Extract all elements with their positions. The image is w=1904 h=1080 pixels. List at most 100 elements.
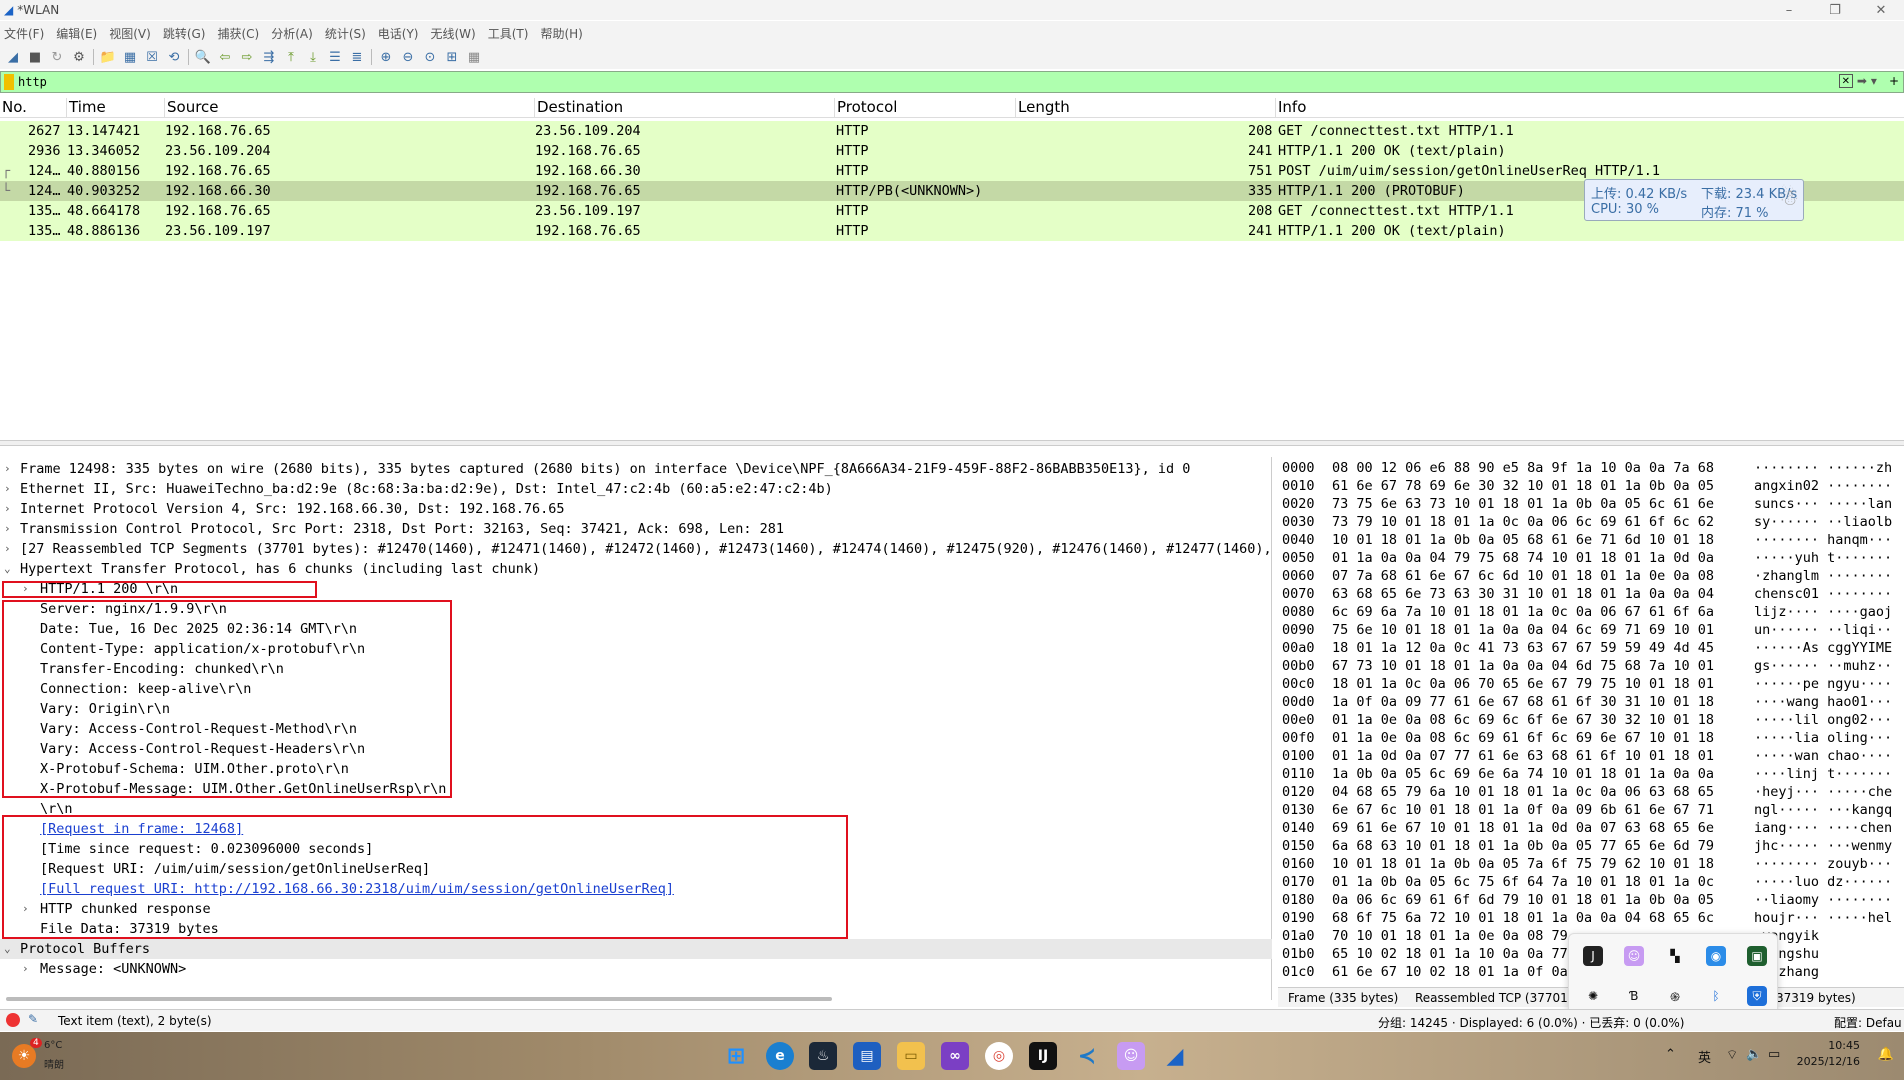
- edit-comment-icon[interactable]: ✎: [28, 1012, 38, 1026]
- hex-bytes[interactable]: 10 01 18 01 1a 0b 0a 05 7a 6f 75 79 62 1…: [1332, 856, 1714, 872]
- zoom-in-icon[interactable]: ⊕: [375, 47, 397, 67]
- visual-studio-icon[interactable]: ∞: [941, 1042, 969, 1070]
- ascii-bytes[interactable]: suncs··· ·····lan: [1754, 496, 1892, 512]
- hex-bytes[interactable]: 67 73 10 01 18 01 1a 0a 0a 04 6d 75 68 7…: [1332, 658, 1714, 674]
- expand-icon[interactable]: ›: [4, 482, 11, 495]
- jetbrains-tray-icon[interactable]: J: [1583, 946, 1603, 966]
- grid-tray-icon[interactable]: ▚: [1665, 946, 1685, 966]
- wifi-icon[interactable]: ⌔: [1726, 1047, 1738, 1063]
- column-protocol[interactable]: Protocol: [835, 98, 1016, 118]
- tree-item-frame[interactable]: › Frame 12498: 335 bytes on wire (2680 bi…: [0, 459, 1272, 479]
- minimize-button[interactable]: –: [1766, 0, 1812, 20]
- hex-bytes[interactable]: 70 10 01 18 01 1a 0e 0a 08 79: [1332, 928, 1568, 944]
- menu-wireless[interactable]: 无线(W): [431, 25, 476, 42]
- hex-bytes[interactable]: 0a 06 6c 69 61 6f 6d 79 10 01 18 01 1a 0…: [1332, 892, 1714, 908]
- hex-bytes[interactable]: 63 68 65 6e 73 63 30 31 10 01 18 01 1a 0…: [1332, 586, 1714, 602]
- go-back-icon[interactable]: ⇦: [214, 47, 236, 67]
- hex-dump-row[interactable]: 0170 01 1a 0b 0a 05 6c 75 6f 64 7a 10 01 …: [1278, 873, 1904, 891]
- menu-go[interactable]: 跳转(G): [163, 25, 206, 42]
- layout-icon[interactable]: ▦: [463, 47, 485, 67]
- ascii-bytes[interactable]: ······pe ngyu····: [1754, 676, 1892, 692]
- menu-telephony[interactable]: 电话(Y): [378, 25, 419, 42]
- hex-bytes[interactable]: 73 75 6e 63 73 10 01 18 01 1a 0b 0a 05 6…: [1332, 496, 1714, 512]
- hex-bytes[interactable]: 01 1a 0e 0a 08 6c 69 6c 6f 6e 67 30 32 1…: [1332, 712, 1714, 728]
- start-icon[interactable]: ⊞: [722, 1042, 750, 1070]
- tree-item-ipv4[interactable]: › Internet Protocol Version 4, Src: 192.1…: [0, 499, 1272, 519]
- clear-filter-icon[interactable]: ✕: [1838, 74, 1853, 88]
- ascii-bytes[interactable]: chensc01 ········: [1754, 586, 1892, 602]
- open-file-icon[interactable]: 📁: [97, 47, 119, 67]
- hex-dump-row[interactable]: 00b0 67 73 10 01 18 01 1a 0a 0a 04 6d 75 …: [1278, 657, 1904, 675]
- hex-dump-row[interactable]: 0020 73 75 6e 63 73 10 01 18 01 1a 0b 0a …: [1278, 495, 1904, 513]
- store-icon[interactable]: ▤: [853, 1042, 881, 1070]
- hex-dump-row[interactable]: 0100 01 1a 0d 0a 07 77 61 6e 63 68 61 6f …: [1278, 747, 1904, 765]
- ascii-bytes[interactable]: ·····yuh t·······: [1754, 550, 1892, 566]
- hex-dump-row[interactable]: 00c0 18 01 1a 0c 0a 06 70 65 6e 67 79 75 …: [1278, 675, 1904, 693]
- tree-item-reassembled[interactable]: › [27 Reassembled TCP Segments (37701 byt…: [0, 539, 1288, 559]
- hex-bytes[interactable]: 18 01 1a 12 0a 0c 41 73 63 67 67 59 59 4…: [1332, 640, 1714, 656]
- ascii-bytes[interactable]: ········ zouyb···: [1754, 856, 1892, 872]
- collapse-icon[interactable]: ⌄: [4, 942, 11, 955]
- expand-icon[interactable]: ›: [4, 522, 11, 535]
- menu-tools[interactable]: 工具(T): [488, 25, 529, 42]
- openai-tray-icon[interactable]: ✺: [1583, 986, 1603, 1006]
- find-packet-icon[interactable]: 🔍: [192, 47, 214, 67]
- expand-icon[interactable]: ›: [4, 542, 11, 555]
- tree-item-message[interactable]: › Message: <UNKNOWN>: [0, 959, 1272, 979]
- bookmark-icon[interactable]: [4, 74, 14, 90]
- chrome-icon[interactable]: ◎: [985, 1042, 1013, 1070]
- collapse-icon[interactable]: ⌄: [4, 562, 11, 575]
- hex-dump-row[interactable]: 0130 6e 67 6c 10 01 18 01 1a 0f 0a 09 6b …: [1278, 801, 1904, 819]
- last-packet-icon[interactable]: ⤓: [302, 47, 324, 67]
- tree-item-protobuf[interactable]: ⌄ Protocol Buffers: [0, 939, 1272, 959]
- column-destination[interactable]: Destination: [535, 98, 835, 118]
- expert-info-icon[interactable]: [6, 1013, 20, 1027]
- hex-dump-row[interactable]: 0190 68 6f 75 6a 72 10 01 18 01 1a 0a 0a …: [1278, 909, 1904, 927]
- file-explorer-icon[interactable]: ▭: [897, 1042, 925, 1070]
- packet-list-empty-area[interactable]: [0, 241, 1904, 436]
- battery-icon[interactable]: ▭: [1768, 1047, 1780, 1062]
- intellij-icon[interactable]: IJ: [1029, 1042, 1057, 1070]
- hex-bytes[interactable]: 07 7a 68 61 6e 67 6c 6d 10 01 18 01 1a 0…: [1332, 568, 1714, 584]
- packet-row[interactable]: ┌ 124… 40.880156 192.168.76.65 192.168.6…: [0, 161, 1904, 181]
- hex-bytes[interactable]: 65 10 02 18 01 1a 10 0a 0a 77: [1332, 946, 1568, 962]
- hex-bytes[interactable]: 73 79 10 01 18 01 1a 0c 0a 06 6c 69 61 6…: [1332, 514, 1714, 530]
- hex-bytes[interactable]: 04 68 65 79 6a 10 01 18 01 1a 0c 0a 06 6…: [1332, 784, 1714, 800]
- hex-bytes[interactable]: 01 1a 0d 0a 07 77 61 6e 63 68 61 6f 10 0…: [1332, 748, 1714, 764]
- ascii-bytes[interactable]: sy······ ··liaolb: [1754, 514, 1892, 530]
- ascii-bytes[interactable]: iang···· ····chen: [1754, 820, 1892, 836]
- tab-frame-bytes[interactable]: Frame (335 bytes): [1288, 991, 1398, 1005]
- ascii-bytes[interactable]: angxin02 ········: [1754, 478, 1892, 494]
- stop-capture-icon[interactable]: ■: [24, 47, 46, 67]
- hex-bytes[interactable]: 61 6e 67 78 69 6e 30 32 10 01 18 01 1a 0…: [1332, 478, 1714, 494]
- display-filter-input[interactable]: http: [18, 75, 47, 89]
- expand-icon[interactable]: ›: [4, 462, 11, 475]
- menu-capture[interactable]: 捕获(C): [217, 25, 259, 42]
- hex-dump-row[interactable]: 0040 10 01 18 01 1a 0b 0a 05 68 61 6e 71 …: [1278, 531, 1904, 549]
- hex-bytes[interactable]: 6c 69 6a 7a 10 01 18 01 1a 0c 0a 06 67 6…: [1332, 604, 1714, 620]
- tab-reassembled-tcp[interactable]: Reassembled TCP (37701 b: [1415, 991, 1579, 1005]
- ascii-bytes[interactable]: lijz···· ····gaoj: [1754, 604, 1892, 620]
- ascii-bytes[interactable]: ········ ······zh: [1754, 460, 1892, 476]
- ascii-bytes[interactable]: gs······ ··muhz··: [1754, 658, 1892, 674]
- packet-row[interactable]: 135… 48.886136 23.56.109.197 192.168.76.…: [0, 221, 1904, 241]
- edge-icon[interactable]: e: [766, 1042, 794, 1070]
- hex-dump-row[interactable]: 0160 10 01 18 01 1a 0b 0a 05 7a 6f 75 79 …: [1278, 855, 1904, 873]
- hex-bytes[interactable]: 68 6f 75 6a 72 10 01 18 01 1a 0a 0a 04 6…: [1332, 910, 1714, 926]
- packet-row[interactable]: 2936 13.346052 23.56.109.204 192.168.76.…: [0, 141, 1904, 161]
- restart-capture-icon[interactable]: ↻: [46, 47, 68, 67]
- hex-bytes[interactable]: 61 6e 67 10 02 18 01 1a 0f 0a: [1332, 964, 1568, 980]
- chat-tray-icon[interactable]: ◉: [1706, 946, 1726, 966]
- ascii-bytes[interactable]: ·····lia oling···: [1754, 730, 1892, 746]
- close-button[interactable]: ✕: [1858, 0, 1904, 20]
- hex-bytes[interactable]: 1a 0f 0a 09 77 61 6e 67 68 61 6f 30 31 1…: [1332, 694, 1714, 710]
- ascii-bytes[interactable]: ······As cggYYIME: [1754, 640, 1892, 656]
- hex-dump-row[interactable]: 0080 6c 69 6a 7a 10 01 18 01 1a 0c 0a 06 …: [1278, 603, 1904, 621]
- cat-tray-icon[interactable]: ☺: [1624, 946, 1644, 966]
- filter-dropdown-icon[interactable]: ▾: [1871, 74, 1877, 88]
- ascii-bytes[interactable]: jhc····· ···wenmy: [1754, 838, 1892, 854]
- hex-bytes[interactable]: 1a 0b 0a 05 6c 69 6e 6a 74 10 01 18 01 1…: [1332, 766, 1714, 782]
- ascii-bytes[interactable]: ····linj t·······: [1754, 766, 1892, 782]
- add-filter-button-icon[interactable]: +: [1889, 74, 1899, 88]
- tree-item-http[interactable]: ⌄ Hypertext Transfer Protocol, has 6 chun…: [0, 559, 1272, 579]
